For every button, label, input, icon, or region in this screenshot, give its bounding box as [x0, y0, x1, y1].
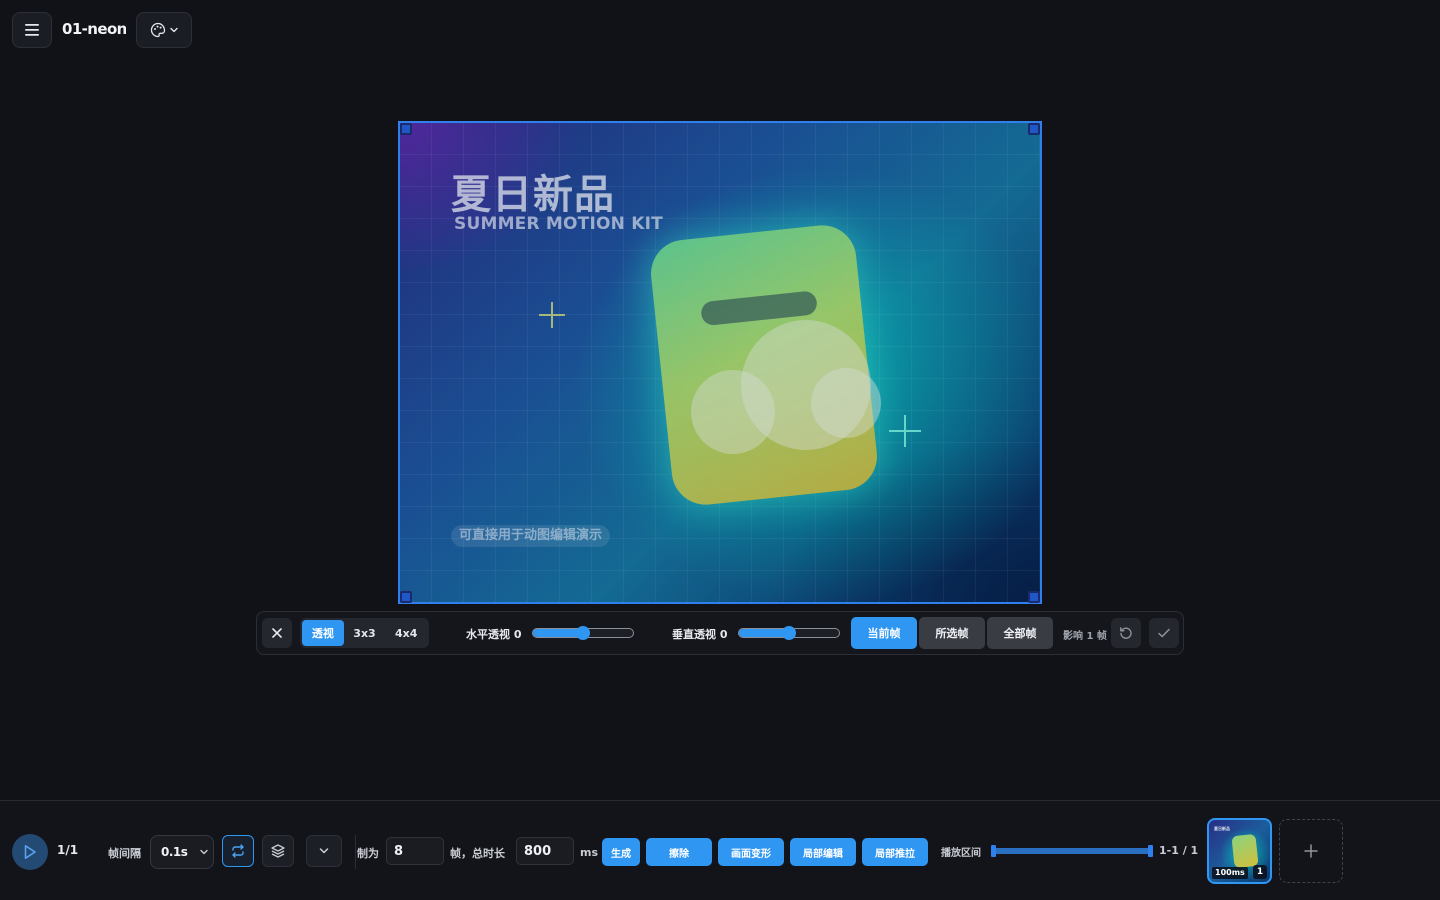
sparkle-cross-icon [539, 302, 565, 328]
loop-icon [232, 844, 244, 858]
mode-perspective[interactable]: 透视 [302, 620, 344, 646]
mode-3x3[interactable]: 3x3 [344, 620, 386, 646]
loop-toggle-button[interactable] [222, 835, 254, 867]
horizontal-perspective-slider[interactable] [532, 626, 634, 640]
close-transform-button[interactable] [262, 618, 292, 648]
thumbnail-title: 夏日新品 [1214, 826, 1230, 831]
frame-interval-value: 0.1s [161, 845, 188, 859]
affected-frames-text: 影响 1 帧 [1063, 631, 1107, 642]
canvas-subtitle: SUMMER MOTION KIT [454, 214, 663, 234]
palette-icon [150, 22, 165, 38]
more-options-button[interactable] [306, 835, 342, 867]
resize-handle-bottom-right[interactable] [1028, 591, 1040, 603]
chevron-down-icon [200, 849, 209, 855]
horizontal-perspective-text: 水平透视 [466, 628, 510, 641]
frame-thumbnail[interactable]: 夏日新品 100ms 1 [1207, 818, 1272, 884]
frame-count-input[interactable] [386, 837, 444, 865]
vertical-perspective-value: 0 [719, 628, 728, 641]
play-range-start-handle[interactable] [991, 845, 996, 857]
reset-icon [1120, 627, 1132, 639]
horizontal-slider-thumb[interactable] [576, 626, 590, 640]
local-push-pull-button[interactable]: 局部推拉 [862, 838, 928, 866]
duration-input[interactable] [516, 837, 574, 865]
frame-interval-select[interactable]: 0.1s [150, 835, 214, 869]
generate-button[interactable]: 生成 [602, 838, 640, 866]
mode-4x4[interactable]: 4x4 [385, 620, 427, 646]
frame-interval-label: 帧间隔 [108, 847, 141, 860]
vertical-perspective-text: 垂直透视 [672, 628, 716, 641]
menu-icon [25, 24, 39, 36]
apply-transform-button[interactable] [1149, 618, 1179, 648]
canvas-title: 夏日新品 [451, 172, 615, 218]
frames-unit-label: 帧，总时长 [450, 847, 505, 860]
transform-toolbar: 透视 3x3 4x4 水平透视 0 垂直透视 0 当前帧 所选帧 全部帧 影响 … [256, 611, 1184, 655]
reset-transform-button[interactable] [1111, 618, 1141, 648]
play-range-label: 播放区间 [941, 848, 981, 859]
chevron-down-icon [169, 27, 178, 33]
vertical-slider-thumb[interactable] [782, 626, 796, 640]
resize-handle-top-right[interactable] [1028, 123, 1040, 135]
scope-current-frame[interactable]: 当前帧 [851, 617, 917, 649]
play-icon [24, 845, 36, 859]
horizontal-perspective-value: 0 [513, 628, 522, 641]
thumbnail-duration: 100ms [1212, 867, 1248, 879]
sparkle-cross-icon [889, 415, 921, 447]
horizontal-perspective-label: 水平透视 0 [466, 626, 522, 642]
duration-unit-label: ms [580, 846, 599, 859]
play-range-end-handle[interactable] [1148, 845, 1153, 857]
play-range-value: 1-1 / 1 [1159, 844, 1199, 857]
toolbar-divider [355, 835, 356, 869]
local-edit-button[interactable]: 局部编辑 [790, 838, 856, 866]
illustration-cloud [811, 368, 881, 438]
play-button[interactable] [12, 834, 48, 870]
close-icon [272, 628, 282, 638]
vertical-perspective-label: 垂直透视 0 [672, 626, 728, 642]
transform-mode-group: 透视 3x3 4x4 [300, 618, 429, 648]
resize-handle-top-left[interactable] [400, 123, 412, 135]
canvas-artboard[interactable]: 夏日新品 SUMMER MOTION KIT 可直接用于动图编辑演示 [399, 122, 1041, 603]
theme-dropdown[interactable] [136, 12, 192, 48]
vertical-perspective-slider[interactable] [738, 626, 840, 640]
erase-button[interactable]: 擦除 [646, 838, 712, 866]
file-name: 01-neon-summer [62, 20, 126, 38]
scope-selected-frames[interactable]: 所选帧 [919, 617, 985, 649]
resize-handle-bottom-left[interactable] [400, 591, 412, 603]
check-icon [1158, 628, 1170, 638]
frame-counter: 1/1 [57, 843, 79, 857]
play-range-slider[interactable] [991, 845, 1153, 857]
make-label: 制为 [357, 847, 379, 860]
canvas-caption: 可直接用于动图编辑演示 [451, 525, 611, 547]
warp-button[interactable]: 画面变形 [718, 838, 784, 866]
scope-all-frames[interactable]: 全部帧 [987, 617, 1053, 649]
plus-icon [1304, 844, 1318, 858]
add-frame-button[interactable] [1279, 819, 1343, 883]
layers-button[interactable] [262, 835, 294, 867]
menu-button[interactable] [12, 12, 52, 48]
thumbnail-illustration [1231, 833, 1259, 869]
layers-icon [271, 844, 285, 858]
thumbnail-index: 1 [1253, 865, 1267, 879]
chevron-down-icon [319, 848, 329, 854]
